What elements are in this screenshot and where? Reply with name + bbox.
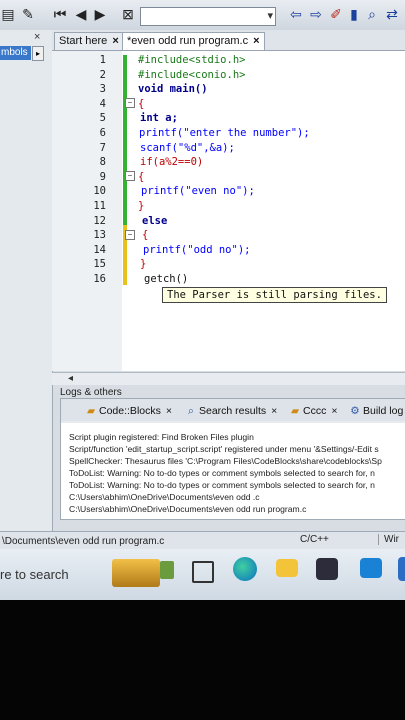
- code-line: 13{: [93, 229, 149, 242]
- logs-panel: ▰ Code::Blocks × ⌕ Search results × ▰ Cccc × ⚙…: [60, 398, 405, 520]
- log-line: Script/function 'edit_startup_script.scr…: [69, 444, 379, 454]
- close-icon[interactable]: ×: [331, 405, 337, 417]
- close-icon[interactable]: ×: [271, 405, 277, 417]
- app-icon[interactable]: [398, 557, 405, 581]
- code-editor[interactable]: − − − 1 #include<stdio.h> 2 #include<conio…: [52, 51, 405, 371]
- pane-close-icon[interactable]: ×: [34, 31, 40, 43]
- task-view-icon[interactable]: [192, 561, 214, 583]
- code-line: 15}: [93, 258, 147, 271]
- scroll-left-icon[interactable]: ◂: [68, 373, 73, 384]
- log-line: ToDoList: Warning: No to-do types or com…: [69, 468, 375, 478]
- menu-icon[interactable]: ▤: [0, 6, 16, 22]
- tab-label: *even odd run program.c: [127, 35, 249, 47]
- code-line: 5 int a;: [99, 112, 178, 125]
- horizontal-scrollbar[interactable]: ◂: [52, 372, 405, 385]
- gear-icon: ⚙: [350, 405, 360, 417]
- edge-icon[interactable]: [233, 557, 257, 581]
- log-line: SpellChecker: Thesaurus files 'C:\Progra…: [69, 456, 382, 466]
- back-arrow-icon[interactable]: ◀: [73, 6, 89, 22]
- store-icon[interactable]: [316, 558, 338, 580]
- code-line: 16 getch(): [93, 273, 189, 285]
- tab-start-here[interactable]: Start here ×: [54, 32, 124, 50]
- chevron-down-icon: ▾: [267, 10, 273, 22]
- search-highlight-icon[interactable]: [112, 559, 160, 587]
- tab-scroll-icon[interactable]: ▸: [32, 46, 44, 61]
- code-line: 8 if(a%2==0): [99, 156, 204, 169]
- code-line: 4{: [99, 97, 145, 110]
- status-bar: \Documents\even odd run program.c C/C++ …: [0, 531, 405, 550]
- language-indicator: C/C++: [300, 534, 329, 545]
- file-path: \Documents\even odd run program.c: [2, 536, 165, 547]
- log-line: C:\Users\abhim\OneDrive\Documents\even o…: [69, 492, 260, 502]
- toolbar-combo[interactable]: ▾: [140, 7, 276, 26]
- tab-cccc[interactable]: ▰ Cccc ×: [289, 402, 338, 420]
- tab-even-odd-run-program[interactable]: *even odd run program.c ×: [122, 32, 265, 50]
- forward-arrow-icon[interactable]: ▶: [92, 6, 108, 22]
- symbols-tab[interactable]: mbols: [0, 46, 31, 60]
- mail-icon[interactable]: [360, 558, 382, 578]
- nav-back-icon[interactable]: ⇦: [288, 6, 304, 22]
- screen: ▤ ✎ ⏮ ◀ ▶ ⊠ ▾ ⇦ ⇨ ✐ ▮ ⌕ ⇄ × mbols ▸ Star…: [0, 0, 405, 600]
- close-icon[interactable]: ×: [112, 35, 118, 47]
- parser-tooltip: The Parser is still parsing files.: [162, 287, 387, 303]
- log-line: ToDoList: Warning: No to-do types or com…: [69, 480, 375, 490]
- management-pane: × mbols ▸: [0, 30, 53, 535]
- search-icon[interactable]: ⌕: [364, 6, 380, 22]
- code-line: 3 void main(): [99, 83, 208, 96]
- code-line: 11}: [93, 200, 145, 212]
- code-line: 2 #include<conio.h>: [99, 68, 246, 81]
- plant-icon: [160, 561, 174, 579]
- editor-tabs: Start here × *even odd run program.c ×: [52, 30, 405, 51]
- log-output: Script plugin registered: Find Broken Fi…: [61, 423, 405, 519]
- close-icon[interactable]: ×: [253, 35, 259, 47]
- log-line: Script plugin registered: Find Broken Fi…: [69, 432, 254, 442]
- log-line: C:\Users\abhim\OneDrive\Documents\even o…: [69, 504, 307, 514]
- taskbar-search[interactable]: re to search: [0, 567, 69, 582]
- close-icon[interactable]: ×: [166, 405, 172, 417]
- tab-label: Start here: [59, 35, 108, 47]
- code-line: 7 scanf("%d",&a);: [99, 141, 235, 154]
- search-icon: ⌕: [188, 405, 194, 417]
- line-ending-indicator: Wir: [378, 534, 399, 545]
- nav-forward-icon[interactable]: ⇨: [308, 6, 324, 22]
- document-icon: ▰: [86, 405, 96, 417]
- clear-icon[interactable]: ⊠: [120, 6, 136, 22]
- file-explorer-icon[interactable]: [276, 559, 298, 577]
- code-line: 6 printf("enter the number");: [99, 127, 310, 139]
- log-tabs: ▰ Code::Blocks × ⌕ Search results × ▰ Cccc × ⚙…: [61, 399, 405, 421]
- document-icon: ▰: [290, 405, 300, 417]
- logs-title: Logs & others: [60, 387, 122, 398]
- toggle-icon[interactable]: ▮: [346, 6, 362, 22]
- code-line: 1 #include<stdio.h>: [99, 54, 246, 66]
- code-line: 10 printf("even no");: [93, 185, 255, 198]
- code-line: 12 else: [93, 214, 168, 227]
- code-line: 9{: [99, 170, 145, 183]
- windows-taskbar: re to search: [0, 549, 405, 600]
- first-icon[interactable]: ⏮: [52, 6, 68, 22]
- tab-codeblocks-log[interactable]: ▰ Code::Blocks ×: [85, 402, 172, 420]
- toolbar: ▤ ✎ ⏮ ◀ ▶ ⊠ ▾ ⇦ ⇨ ✐ ▮ ⌕ ⇄: [0, 0, 405, 31]
- replace-icon[interactable]: ⇄: [384, 6, 400, 22]
- tab-build-log[interactable]: ⚙ Build log: [349, 402, 403, 420]
- highlight-icon[interactable]: ✐: [328, 6, 344, 22]
- wrench-icon[interactable]: ✎: [20, 6, 36, 22]
- tab-search-results[interactable]: ⌕ Search results ×: [185, 402, 277, 420]
- code-line: 14 printf("odd no");: [93, 243, 251, 256]
